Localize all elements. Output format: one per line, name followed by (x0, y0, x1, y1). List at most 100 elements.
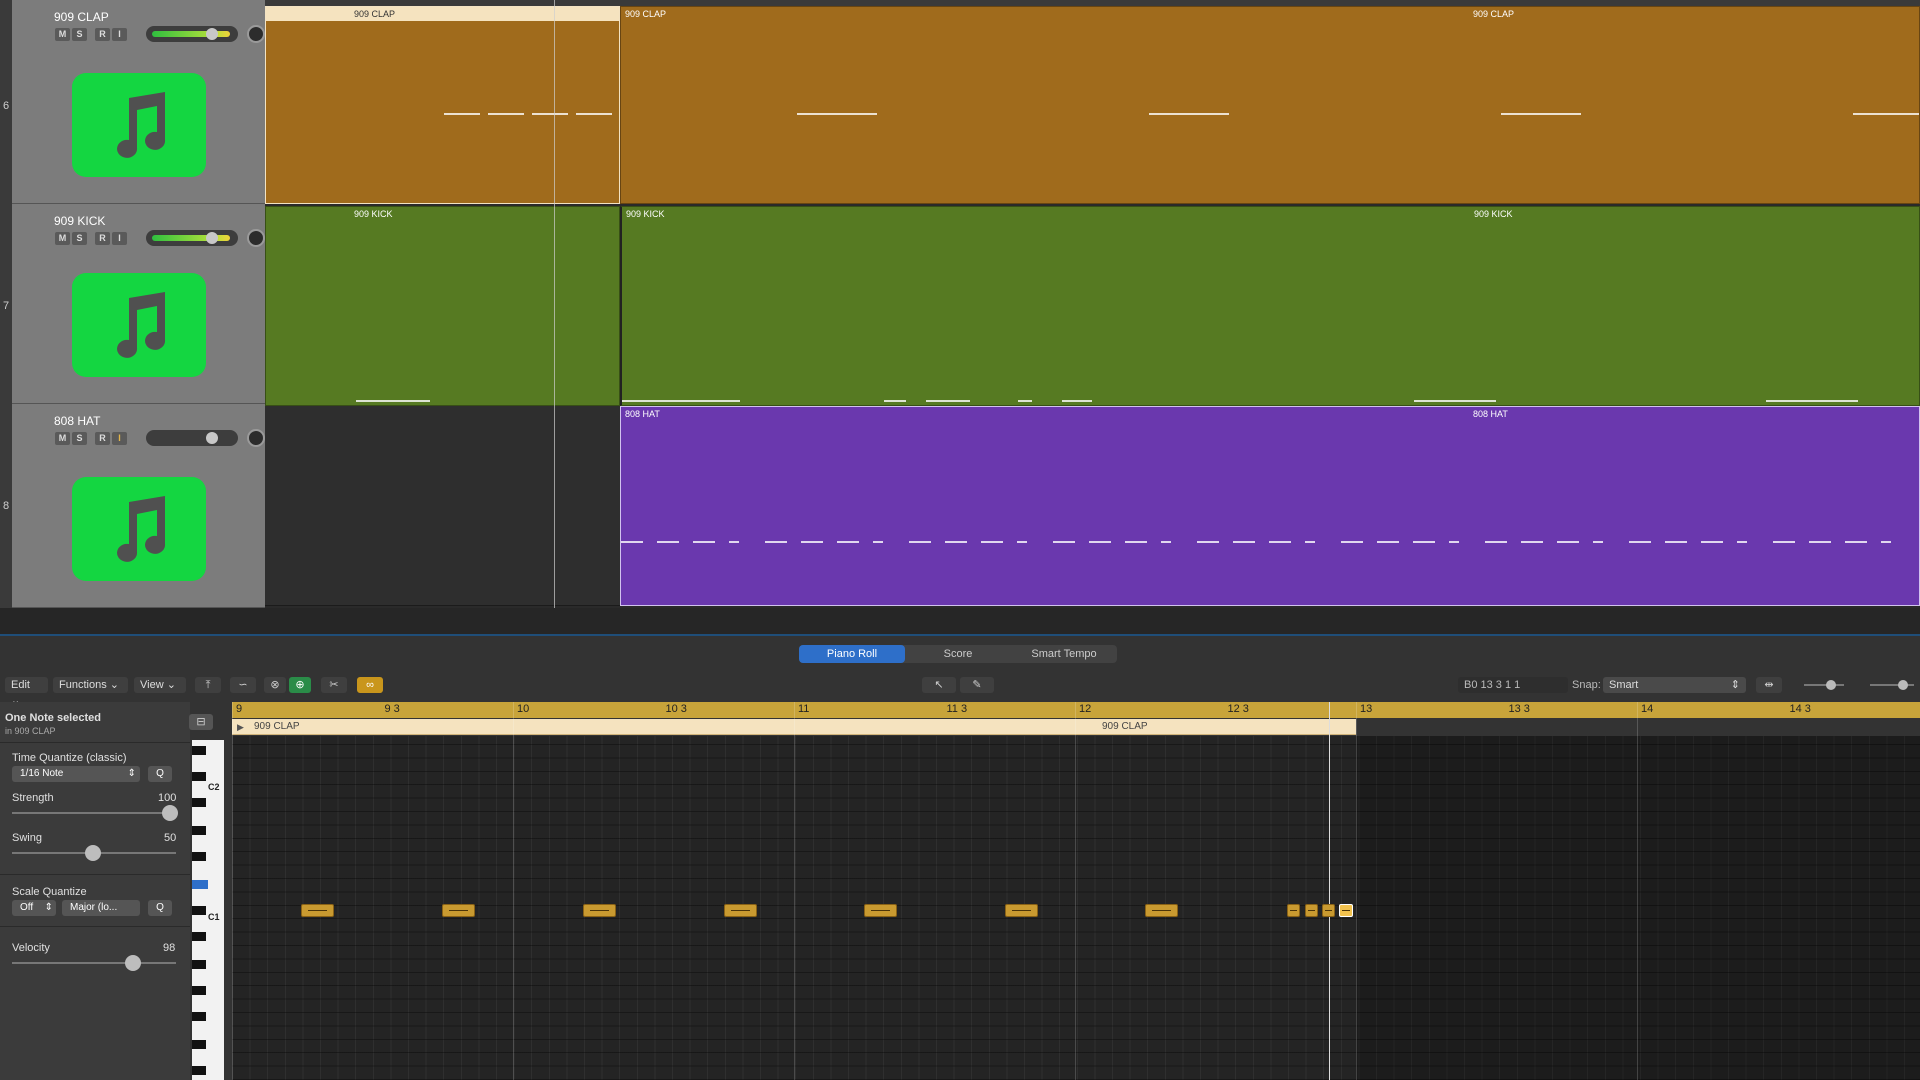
midi-note[interactable] (1005, 904, 1038, 917)
snap-label: Snap: (1572, 679, 1601, 691)
velocity-slider-thumb[interactable] (125, 955, 141, 971)
time-quantize-select[interactable]: 1/16 Note ⇕ (12, 766, 140, 782)
track-header-909-kick[interactable]: 909 KICK M S R I (12, 204, 265, 404)
fader-thumb[interactable] (206, 28, 218, 40)
fit-width-icon[interactable]: ⇹ (1756, 677, 1782, 693)
snap-select[interactable]: Smart ⇕ (1603, 677, 1746, 693)
music-note-icon (117, 496, 166, 562)
region-inspector-icon[interactable]: ⊟ (189, 714, 213, 730)
view-menu[interactable]: View ⌄ (134, 677, 186, 693)
swing-slider-thumb[interactable] (85, 845, 101, 861)
region-label: 909 CLAP (354, 9, 396, 19)
vertical-zoom-slider[interactable] (1790, 677, 1848, 693)
region-note-preview (873, 541, 883, 543)
midi-note[interactable] (1145, 904, 1178, 917)
tab-score[interactable]: Score (905, 645, 1011, 663)
solo-button[interactable]: S (72, 232, 87, 245)
volume-fader[interactable] (146, 430, 238, 446)
scale-quantize-button[interactable]: Q (148, 900, 172, 916)
velocity-slider[interactable] (12, 955, 176, 971)
midi-out-icon[interactable]: ⊕ (289, 677, 311, 693)
playhead[interactable] (554, 0, 555, 636)
pointer-tool-icon[interactable]: ↖ (922, 677, 956, 693)
tab-smart-tempo[interactable]: Smart Tempo (1011, 645, 1117, 663)
mute-button[interactable]: M (55, 232, 70, 245)
region-909-kick[interactable]: 909 KICK 909 KICK (620, 206, 1920, 406)
track-lane-909-kick[interactable]: 909 KICK 909 KICK 909 KICK (265, 206, 1920, 406)
edit-menu[interactable]: Edit ⌄ (5, 677, 48, 707)
region-808-hat[interactable]: 808 HAT 808 HAT (620, 406, 1920, 606)
volume-fader[interactable] (146, 26, 238, 42)
scale-quantize-off-select[interactable]: Off ⇕ (12, 900, 56, 916)
link-icon[interactable]: ∞ (357, 677, 383, 693)
track-header-909-clap[interactable]: 909 CLAP M S R I (12, 0, 265, 204)
region-label: 909 CLAP (1473, 9, 1515, 19)
region-note-preview (1053, 541, 1075, 543)
region-note-preview (729, 541, 739, 543)
midi-note-selected[interactable] (1339, 904, 1353, 917)
outside-region-shade (1356, 736, 1920, 1080)
midi-note[interactable] (724, 904, 757, 917)
pan-knob[interactable] (247, 429, 265, 447)
strength-slider-thumb[interactable] (162, 805, 178, 821)
instrument-icon[interactable] (72, 477, 206, 581)
record-enable-button[interactable]: R (95, 28, 110, 41)
midi-note[interactable] (583, 904, 616, 917)
logic-pro-window: 6 7 8 909 CLAP M S R I 909 CLAP 909 CLAP… (0, 0, 1920, 1080)
track-name: 909 KICK (54, 214, 106, 228)
piano-keyboard[interactable]: C2 C1 (192, 740, 224, 1080)
record-enable-button[interactable]: R (95, 432, 110, 445)
region-909-clap[interactable]: 909 CLAP (265, 6, 620, 204)
volume-fader[interactable] (146, 230, 238, 246)
mute-button[interactable]: M (55, 432, 70, 445)
ruler-label: 12 3 (1227, 703, 1249, 715)
track-lane-909-clap[interactable]: 909 CLAP 909 CLAP 909 CLAP (265, 6, 1920, 204)
pencil-tool-icon[interactable]: ✎ (960, 677, 994, 693)
swing-slider[interactable] (12, 845, 176, 861)
pan-knob[interactable] (247, 229, 265, 247)
input-monitor-button[interactable]: I (112, 28, 127, 41)
piano-roll-ruler[interactable] (232, 702, 1920, 718)
time-quantize-label: Time Quantize (classic) (12, 752, 127, 764)
input-monitor-button[interactable]: I (112, 432, 127, 445)
instrument-icon[interactable] (72, 273, 206, 377)
quantize-button[interactable]: Q (148, 766, 172, 782)
region-note-preview (1269, 541, 1291, 543)
region-note-preview (1773, 541, 1795, 543)
catch-icon[interactable]: ⤒ (195, 677, 221, 693)
midi-note[interactable] (864, 904, 897, 917)
region-909-kick[interactable]: 909 KICK (265, 206, 620, 406)
solo-button[interactable]: S (72, 432, 87, 445)
pan-knob[interactable] (247, 25, 265, 43)
functions-menu[interactable]: Functions ⌄ (53, 677, 128, 693)
record-enable-button[interactable]: R (95, 232, 110, 245)
instrument-icon[interactable] (72, 73, 206, 177)
solo-button[interactable]: S (72, 28, 87, 41)
fader-thumb[interactable] (206, 232, 218, 244)
key-label-c1: C1 (208, 912, 220, 922)
track-lane-808-hat[interactable]: 808 HAT 808 HAT (265, 406, 1920, 606)
mute-button[interactable]: M (55, 28, 70, 41)
midi-in-icon[interactable]: ⊗ (264, 677, 286, 693)
region-note-preview (1701, 541, 1723, 543)
strength-slider[interactable] (12, 805, 178, 821)
midi-note[interactable] (1322, 904, 1335, 917)
scale-mode-select[interactable]: Major (lo... (62, 900, 140, 916)
region-note-preview (1629, 541, 1651, 543)
midi-note[interactable] (1305, 904, 1318, 917)
midi-note[interactable] (442, 904, 475, 917)
tab-piano-roll[interactable]: Piano Roll (799, 645, 905, 663)
scissors-icon[interactable]: ✂ (321, 677, 347, 693)
music-note-icon (117, 92, 166, 158)
region-909-clap[interactable]: 909 CLAP 909 CLAP (620, 6, 1920, 204)
piano-roll-playhead[interactable] (1329, 702, 1330, 1080)
track-header-808-hat[interactable]: 808 HAT M S R I (12, 404, 265, 608)
region-note-preview (1341, 541, 1363, 543)
input-monitor-button[interactable]: I (112, 232, 127, 245)
editor-pane: Piano Roll Score Smart Tempo Edit ⌄ Func… (0, 636, 1920, 1080)
midi-note[interactable] (1287, 904, 1300, 917)
horizontal-zoom-slider[interactable] (1856, 677, 1918, 693)
midi-draw-icon[interactable]: ∽ (230, 677, 256, 693)
midi-note[interactable] (301, 904, 334, 917)
fader-thumb[interactable] (206, 432, 218, 444)
